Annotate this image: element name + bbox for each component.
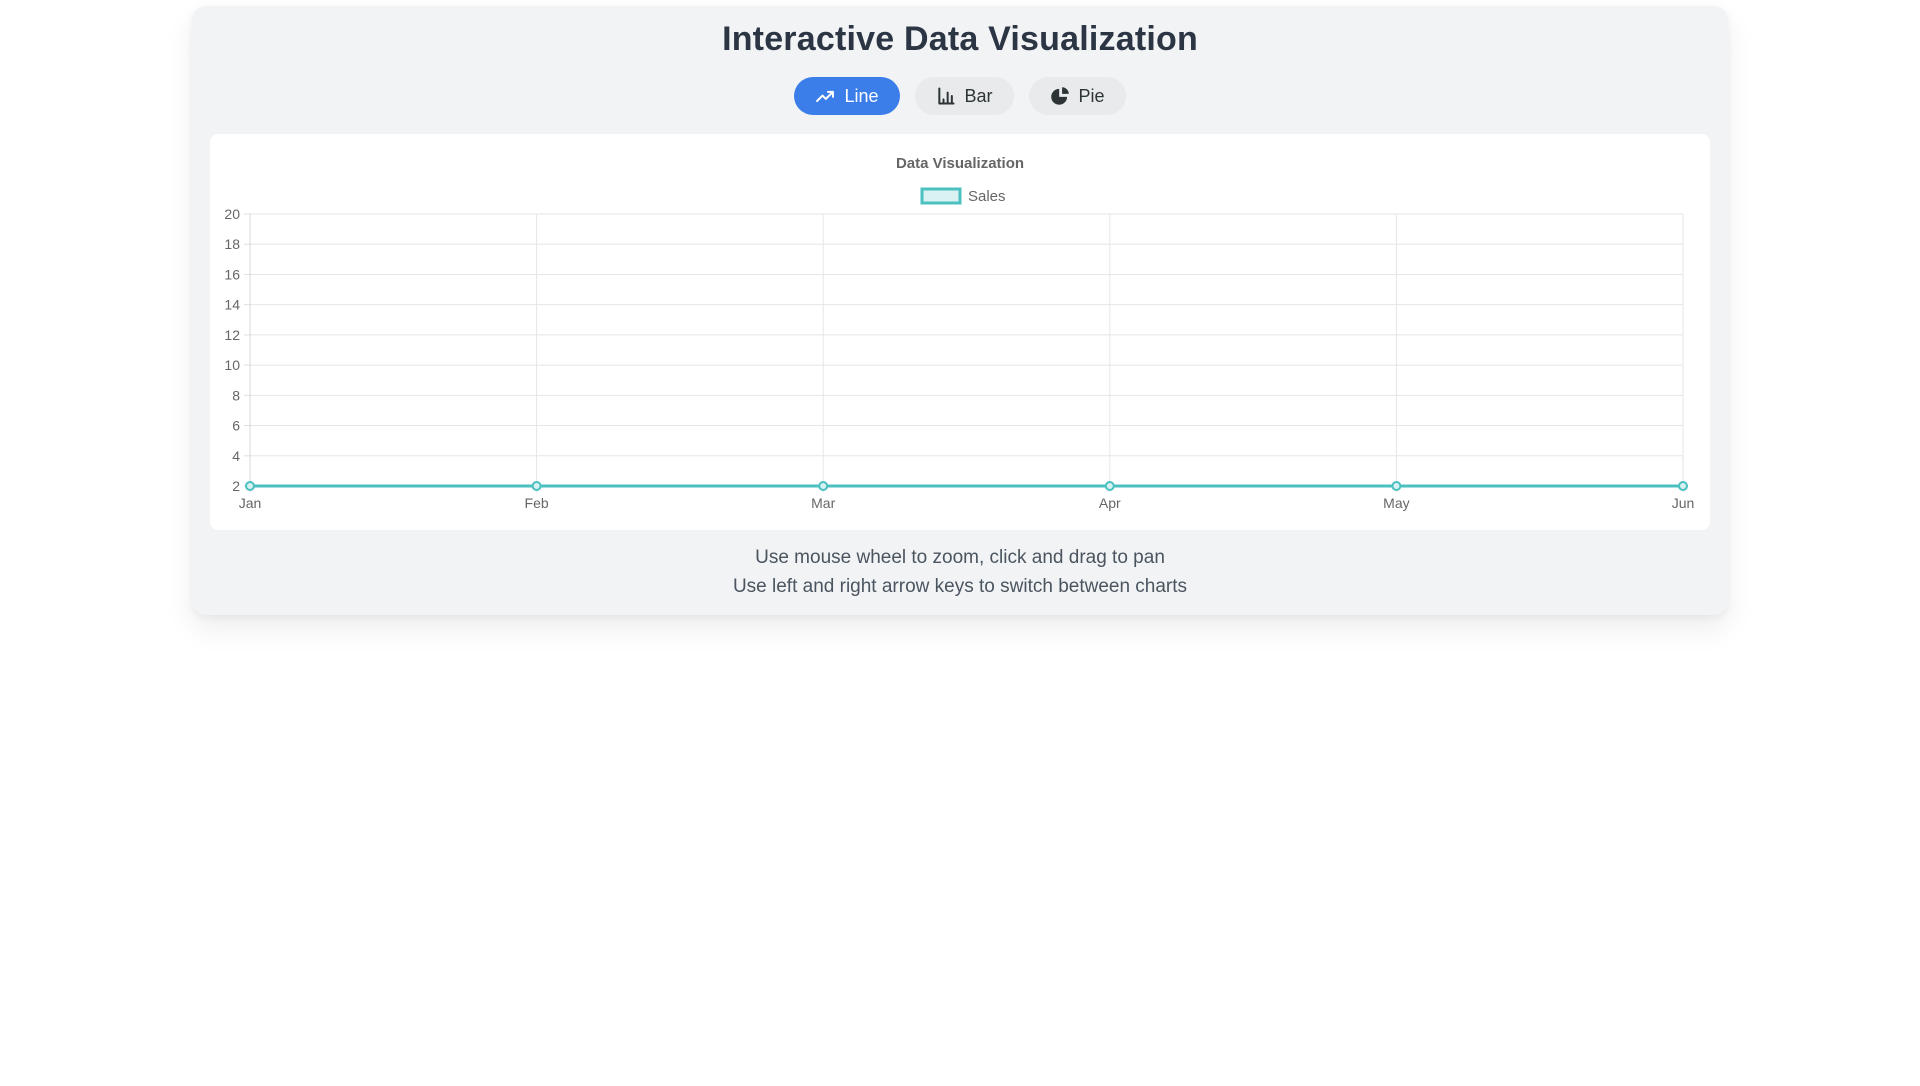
page-title: Interactive Data Visualization: [722, 20, 1198, 58]
line-chart-button-label: Line: [844, 86, 879, 106]
x-tick-label: Mar: [811, 495, 835, 511]
legend-label[interactable]: Sales: [968, 188, 1006, 205]
pie-chart-icon: [1050, 86, 1070, 106]
line-chart-icon: [815, 86, 835, 106]
data-point[interactable]: [818, 481, 829, 491]
x-tick-label: Feb: [525, 495, 549, 511]
x-tick-label: Jan: [239, 495, 262, 511]
bar-chart-icon: [936, 86, 956, 106]
y-tick-label: 8: [232, 387, 240, 403]
data-point[interactable]: [531, 481, 542, 491]
y-tick-label: 18: [224, 236, 240, 252]
line-chart-button[interactable]: Line: [794, 77, 900, 115]
y-tick-label: 6: [232, 418, 240, 434]
app-container: Interactive Data Visualization Line Bar …: [192, 6, 1728, 615]
legend-swatch[interactable]: [920, 187, 962, 205]
instruction-arrow-keys: Use left and right arrow keys to switch …: [732, 576, 1188, 597]
data-point[interactable]: [1678, 481, 1688, 491]
chart-canvas[interactable]: 20 18 16 14 12 10 8 6 4 2Jan Feb Mar Apr May Jun Data V…: [210, 134, 1710, 530]
y-tick-label: 2: [232, 478, 240, 494]
data-point[interactable]: [1104, 481, 1115, 491]
y-tick-label: 4: [232, 448, 240, 464]
data-point[interactable]: [1391, 481, 1402, 491]
y-tick-label: 12: [224, 327, 240, 343]
pie-chart-button-label: Pie: [1078, 86, 1105, 106]
bar-chart-button-label: Bar: [964, 86, 993, 106]
y-tick-label: 10: [224, 357, 240, 373]
y-tick-label: 16: [224, 266, 240, 282]
data-point[interactable]: [245, 481, 255, 491]
chart-type-controls: Line Bar Pie: [192, 77, 1728, 115]
x-tick-label: Apr: [1099, 495, 1121, 511]
instruction-zoom-pan: Use mouse wheel to zoom, click and drag …: [755, 547, 1165, 568]
x-tick-label: May: [1383, 495, 1409, 511]
chart-card: 20 18 16 14 12 10 8 6 4 2 Jan Feb Mar Apr May Jun Data V…: [210, 134, 1710, 530]
pie-chart-button[interactable]: Pie: [1028, 77, 1126, 115]
chart-title: Data Visualization: [896, 155, 1024, 172]
x-tick-label: Jun: [1672, 495, 1695, 511]
bar-chart-button[interactable]: Bar: [914, 77, 1014, 115]
instructions: Use mouse wheel to zoom, click and drag …: [192, 543, 1728, 601]
y-tick-label: 14: [224, 297, 240, 313]
y-tick-label: 20: [224, 206, 240, 222]
